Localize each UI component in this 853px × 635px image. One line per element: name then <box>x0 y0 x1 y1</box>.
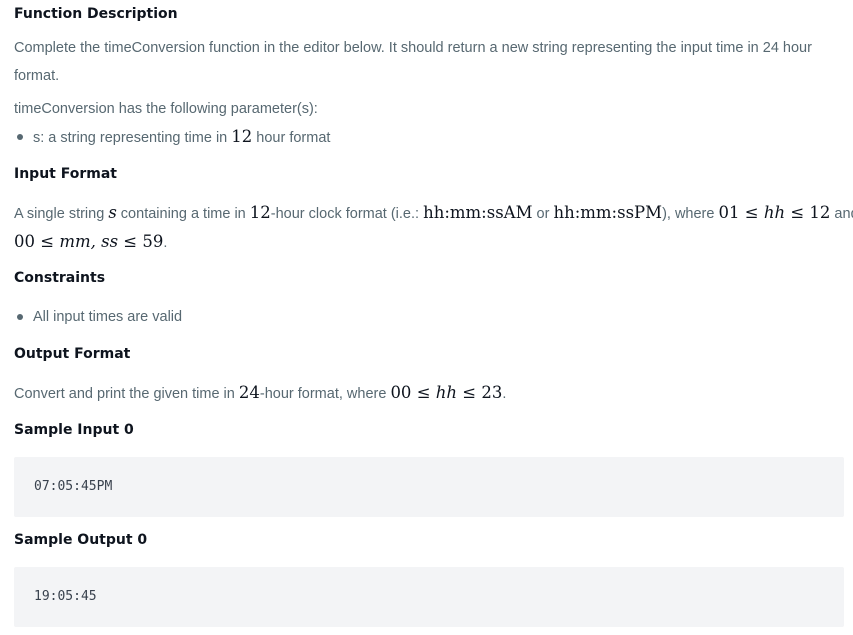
num-24: 24 <box>238 383 260 402</box>
output-format-text: Convert and print the given time in 24-h… <box>14 379 840 408</box>
var-hh: hh <box>763 203 786 222</box>
output-text-2: -hour format, where <box>259 386 391 402</box>
num-12: 12 <box>249 203 271 222</box>
bullet-icon <box>17 134 23 140</box>
output-text-1: Convert and print the given time in <box>14 386 239 402</box>
range-hh-low: 01 <box>718 203 740 222</box>
sample-output-heading: Sample Output 0 <box>14 532 148 548</box>
var-s: s <box>108 203 117 222</box>
leq-symbol: ≤ <box>744 203 759 222</box>
param-suffix: hour format <box>252 130 331 146</box>
leq-symbol: ≤ <box>462 383 477 402</box>
input-text-4: or <box>532 206 554 222</box>
function-description-heading: Function Description <box>14 6 178 22</box>
sample-input-code-block[interactable]: 07:05:45PM <box>14 457 844 517</box>
bullet-icon <box>17 314 23 320</box>
range-out-low: 00 <box>390 383 412 402</box>
param-number: 12 <box>231 127 253 146</box>
sample-output-code-block[interactable]: 19:05:45 <box>14 567 844 627</box>
sample-output-code[interactable]: 19:05:45 <box>34 589 97 604</box>
var-mm-ss: mm, ss <box>59 232 119 251</box>
constraint-item: All input times are valid <box>14 303 182 331</box>
function-description-text: Complete the timeConversion function in … <box>14 34 840 90</box>
range-mmss-high: 59 <box>142 232 164 251</box>
constraint-text: All input times are valid <box>33 309 183 325</box>
input-text-3: -hour clock format (i.e.: <box>270 206 424 222</box>
input-text-2: containing a time in <box>116 206 250 222</box>
intro-line-1: Complete the timeConversion function in … <box>14 40 812 56</box>
output-period: . <box>502 386 507 402</box>
leq-symbol: ≤ <box>416 383 431 402</box>
input-text-5: ), where <box>662 206 719 222</box>
format-am: hh:mm:ssAM <box>423 203 533 222</box>
sample-input-heading: Sample Input 0 <box>14 422 134 438</box>
sample-input-code[interactable]: 07:05:45PM <box>34 479 112 494</box>
leq-symbol: ≤ <box>40 232 55 251</box>
intro-line-2: format. <box>14 68 60 84</box>
constraints-heading: Constraints <box>14 270 106 286</box>
range-out-high: 23 <box>481 383 503 402</box>
params-intro: timeConversion has the following paramet… <box>14 101 318 117</box>
constraints-list: All input times are valid <box>14 303 182 331</box>
input-format-heading: Input Format <box>14 166 117 182</box>
input-format-text: A single string s containing a time in 1… <box>14 199 853 257</box>
leq-symbol: ≤ <box>123 232 138 251</box>
parameter-list: s: a string representing time in 12 hour… <box>14 123 330 152</box>
input-period: . <box>163 235 168 251</box>
range-hh-high: 12 <box>809 203 831 222</box>
param-text: s: a string representing time in <box>33 130 232 146</box>
input-text-6: and <box>834 206 853 222</box>
leq-symbol: ≤ <box>790 203 805 222</box>
output-format-heading: Output Format <box>14 346 131 362</box>
input-text-1: A single string <box>14 206 109 222</box>
format-pm: hh:mm:ssPM <box>553 203 663 222</box>
range-mmss-low: 00 <box>14 232 35 251</box>
var-hh: hh <box>435 383 458 402</box>
parameter-item: s: a string representing time in 12 hour… <box>14 123 330 152</box>
